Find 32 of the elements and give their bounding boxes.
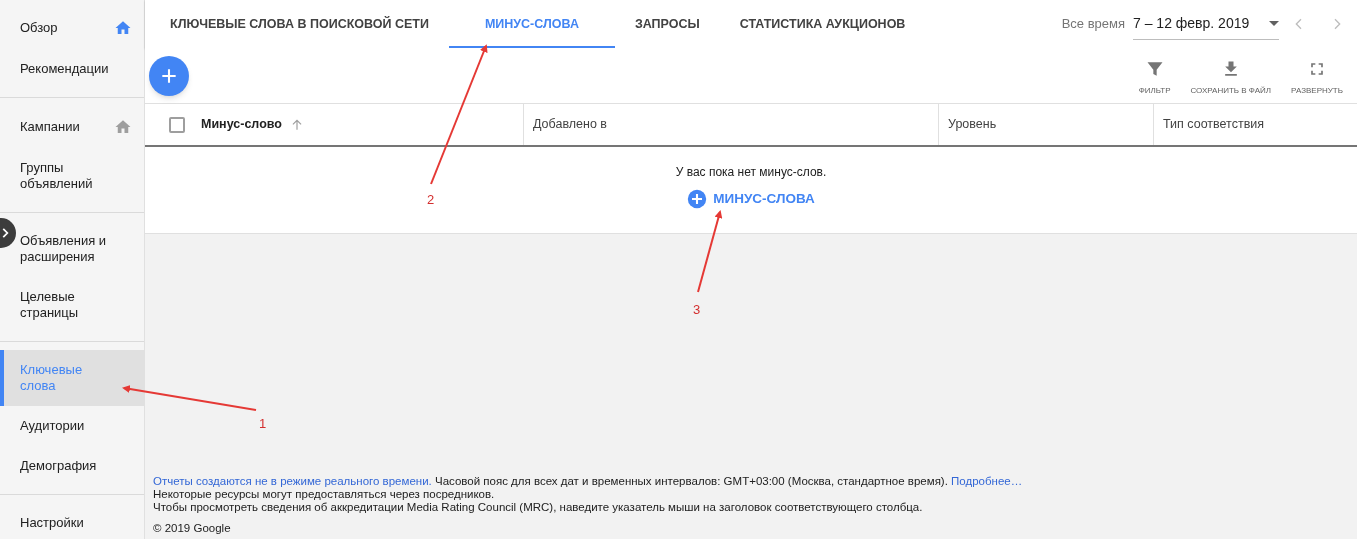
column-header[interactable]: Уровень <box>938 104 1153 145</box>
footer-text: Некоторые ресурсы могут предоставляться через посредников. <box>153 488 496 501</box>
sidebar-item[interactable]: Демография <box>17 446 144 486</box>
realtime-notice-link[interactable]: Отчеты создаются не в режиме реального времени. <box>153 475 432 487</box>
toolbar-button[interactable]: РАЗВЕРНУТЬ <box>1281 54 1353 97</box>
tab[interactable]: ЗАПРОСЫ <box>614 0 720 48</box>
toolbar-button[interactable]: ФИЛЬТР <box>1128 54 1181 97</box>
empty-state-message: У вас пока нет минус-слов. <box>675 164 827 181</box>
column-header[interactable]: Добавлено в <box>523 104 938 145</box>
sidebar-item[interactable]: Обзор <box>17 7 144 49</box>
tab[interactable]: КЛЮЧЕВЫЕ СЛОВА В ПОИСКОВОЙ СЕТИ <box>150 0 449 48</box>
sidebar-item[interactable]: Настройки <box>17 503 144 539</box>
date-preset-label: Все время <box>1061 15 1125 34</box>
sidebar-item[interactable]: Целевые страницы <box>17 277 144 333</box>
annotation-number: 2 <box>427 191 435 209</box>
annotation-number: 1 <box>259 415 267 433</box>
annotation-number: 3 <box>693 301 701 319</box>
sidebar-item[interactable]: Кампании <box>17 106 144 148</box>
sidebar-item[interactable]: Рекомендации <box>17 49 144 89</box>
footer-text: Чтобы просмотреть сведения об аккредитации Media Rating Council (MRC), наведите указатель мыши на заголовок соответствующего столбца. <box>153 501 924 514</box>
sidebar-item[interactable]: Группы объявлений <box>17 148 144 204</box>
learn-more-link[interactable]: Подробнее… <box>951 475 1023 487</box>
copyright-text: © 2019 Google <box>153 522 232 535</box>
add-negative-keyword-button[interactable]: МИНУС-СЛОВА <box>687 189 815 210</box>
reporting-notice: Отчеты создаются не в режиме реального времени. Часовой пояс для всех дат и временных интервалов: GMT+03:00 (Москва, стандартное время). Подробнее… <box>153 475 1024 488</box>
column-header[interactable]: Минус-слово <box>185 104 523 145</box>
toolbar-button[interactable]: СОХРАНИТЬ В ФАЙЛ <box>1180 54 1282 97</box>
sidebar-item[interactable]: Аудитории <box>17 406 144 446</box>
date-range-dropdown[interactable]: 7 – 12 февр. 2019 <box>1133 8 1279 40</box>
tab[interactable]: СТАТИСТИКА АУКЦИОНОВ <box>719 0 926 48</box>
sidebar-item[interactable]: Объявления и расширения <box>17 221 144 277</box>
column-header[interactable]: Тип соответствия <box>1153 104 1357 145</box>
